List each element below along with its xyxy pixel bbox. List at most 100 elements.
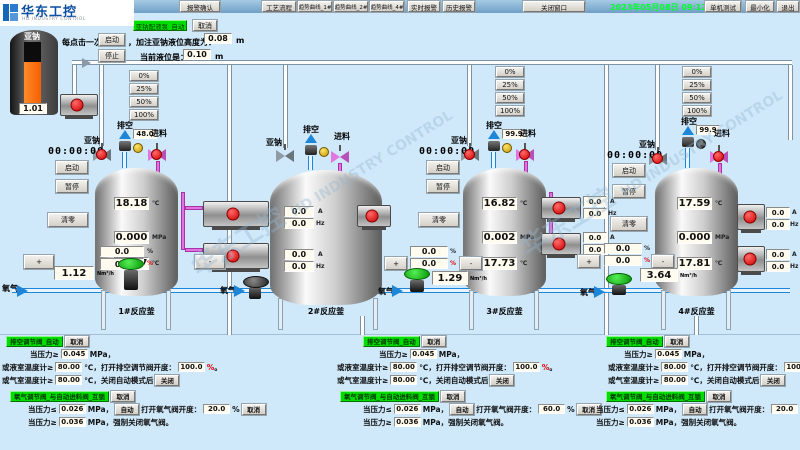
p3-auto-button[interactable]: 自动 (683, 404, 707, 415)
p1-oxygen-interlock-button[interactable]: 氧气调节阀_与自动进料阀_互锁 (10, 391, 109, 402)
p3-oxygen-interlock-button[interactable]: 氧气调节阀_与自动进料阀_互锁 (606, 391, 705, 402)
r1-start-button[interactable]: 启动 (56, 161, 88, 174)
p3-cancel-button[interactable]: 取消 (665, 336, 689, 347)
r1-speed-minus-button[interactable]: - (195, 255, 225, 269)
trend-curve-2-button[interactable]: 趋势曲线_2# (334, 1, 368, 12)
r1-speed-plus-button[interactable]: + (24, 255, 54, 269)
r1-vent-indicator-icon (119, 130, 131, 139)
r2-soda-label: 亚钠 (266, 137, 282, 148)
p1-cancel3-button[interactable]: 取消 (242, 404, 266, 415)
p2-oxygen-interlock-button[interactable]: 氧气调节阀_与自动进料阀_互锁 (340, 391, 439, 402)
r4-oxygen-valve[interactable] (606, 273, 632, 285)
p2-cancel-button[interactable]: 取消 (422, 336, 446, 347)
standalone-test-button[interactable]: 单机测试 (705, 1, 741, 12)
r4-circulation-pump-2[interactable] (737, 246, 765, 272)
r1-soda-valve-open-light (96, 149, 107, 160)
r4-pause-button[interactable]: 暂停 (613, 185, 645, 198)
r3-vent-valve[interactable] (488, 141, 500, 151)
p2-auto-button[interactable]: 自动 (450, 404, 474, 415)
r3-open-100-button[interactable]: 100% (496, 106, 524, 116)
r1-oxygen-valve[interactable] (118, 258, 144, 270)
p1-vent-auto-button[interactable]: 排空调节阀_自动 (6, 336, 63, 347)
r3-temp-bottom: 17.73 (482, 257, 517, 270)
process-flow-button[interactable]: 工艺流程 (262, 1, 296, 12)
r2-oxygen-valve[interactable] (243, 276, 269, 288)
p3-vent-auto-button[interactable]: 排空调节阀_自动 (606, 336, 663, 347)
r2-vent-valve[interactable] (305, 145, 317, 155)
r4-temp-bottom: 17.81 (677, 257, 712, 270)
history-alarm-button[interactable]: 历史报警 (443, 1, 475, 12)
exit-button[interactable]: 退出 (777, 1, 799, 12)
alarm-ack-button[interactable]: 报警确认 (180, 1, 220, 12)
r4-vent-valve[interactable] (682, 137, 694, 147)
r1-oxygen-label: 氧气 (2, 283, 18, 294)
r4-speed-minus-button[interactable]: - (652, 255, 674, 268)
r3-pause-button[interactable]: 暂停 (427, 180, 459, 193)
realtime-alarm-button[interactable]: 实时报警 (408, 1, 440, 12)
r1-open-100-button[interactable]: 100% (130, 110, 158, 120)
p2-vent-auto-button[interactable]: 排空调节阀_自动 (363, 336, 420, 347)
minimize-button[interactable]: 最小化 (746, 1, 774, 12)
r4-feed-label: 进料 (714, 128, 730, 139)
r1-open-0-button[interactable]: 0% (130, 71, 158, 81)
p1-cancel2-button[interactable]: 取消 (111, 391, 135, 402)
r3-pressure: 0.002 (482, 231, 517, 244)
r4-clear-button[interactable]: 清零 (611, 217, 647, 231)
r1-open-25-button[interactable]: 25% (130, 84, 158, 94)
r4-circulation-pump-1[interactable] (737, 204, 765, 230)
trend-curve-1-button[interactable]: 趋势曲线_1# (298, 1, 332, 12)
r4-open-25-button[interactable]: 25% (683, 80, 711, 90)
r3-speed-minus-button[interactable]: - (460, 257, 482, 270)
p1-auto-button[interactable]: 自动 (115, 404, 139, 415)
r3-open-0-button[interactable]: 0% (496, 67, 524, 77)
p3-cancel2-button[interactable]: 取消 (707, 391, 731, 402)
p1-liquid-temp-setpoint: 80.00 (55, 362, 82, 372)
r2-soda-valve[interactable] (276, 150, 294, 162)
r4-speed-plus-button[interactable]: + (578, 255, 600, 268)
trend-curve-4-button[interactable]: 趋势曲线_4# (370, 1, 404, 12)
r1-vent-valve[interactable] (119, 141, 131, 151)
r3-open-25-button[interactable]: 25% (496, 80, 524, 90)
r2-circulation-pump[interactable] (357, 205, 391, 227)
close-window-button[interactable]: 关闭窗口 (523, 1, 585, 12)
r3-speed-plus-button[interactable]: + (385, 257, 407, 270)
pump-status-light (71, 99, 84, 112)
soda-pump-auto-button[interactable]: 亚钠配液泵_自动 (133, 20, 187, 31)
logo-text-en: HD INDUSTRY CONTROL (22, 17, 86, 22)
r1-circulation-pump-1[interactable] (203, 201, 269, 227)
r4-open-50-button[interactable]: 50% (683, 93, 711, 103)
soda-dosing-pump[interactable] (60, 94, 98, 116)
r3-circulation-pump-2[interactable] (541, 233, 581, 255)
r3-circulation-pump-1[interactable] (541, 197, 581, 219)
r1-open-50-button[interactable]: 50% (130, 97, 158, 107)
tank-level-value: 1.01 (19, 103, 47, 114)
r4-start-button[interactable]: 启动 (613, 164, 645, 177)
p3-vent-opening-setpoint: 100.0 (784, 362, 800, 372)
p1-close-button[interactable]: 关闭 (155, 375, 179, 386)
p2-close-button[interactable]: 关闭 (490, 375, 514, 386)
soda-pump-cancel-button[interactable]: 取消 (193, 20, 217, 31)
r4-open-100-button[interactable]: 100% (683, 106, 711, 116)
p3-close-button[interactable]: 关闭 (761, 375, 785, 386)
dosing-stop-button[interactable]: 停止 (99, 50, 125, 62)
r3-oxygen-valve[interactable] (404, 268, 430, 280)
dosing-start-button[interactable]: 启动 (99, 34, 125, 46)
r4-open-0-button[interactable]: 0% (683, 67, 711, 77)
p3-liquid-temp-setpoint: 80.00 (661, 362, 688, 372)
r1-clear-button[interactable]: 清零 (48, 213, 88, 227)
r1-pause-button[interactable]: 暂停 (56, 180, 88, 193)
p1-cancel-button[interactable]: 取消 (65, 336, 89, 347)
r3-open-50-button[interactable]: 50% (496, 93, 524, 103)
r3-clear-button[interactable]: 清零 (419, 213, 459, 227)
control-panel-3: 排空调节阀_自动取消 当压力≥0.045MPa， 或液室温度计≥80.00℃，打… (596, 335, 800, 429)
current-level-value: 0.10 (183, 49, 211, 60)
r3-vent-actuator (502, 143, 512, 153)
r2-feed-valve[interactable] (331, 151, 349, 163)
p2-cancel2-button[interactable]: 取消 (441, 391, 465, 402)
tank-label: 亚钠 (24, 31, 40, 42)
r3-start-button[interactable]: 启动 (427, 161, 459, 174)
r1-pump1-current: 0.0 (284, 206, 314, 217)
tank-level-bar (24, 62, 41, 104)
flow-arrow-icon (234, 285, 245, 297)
p3-low-pressure-setpoint: 0.026 (627, 404, 654, 414)
